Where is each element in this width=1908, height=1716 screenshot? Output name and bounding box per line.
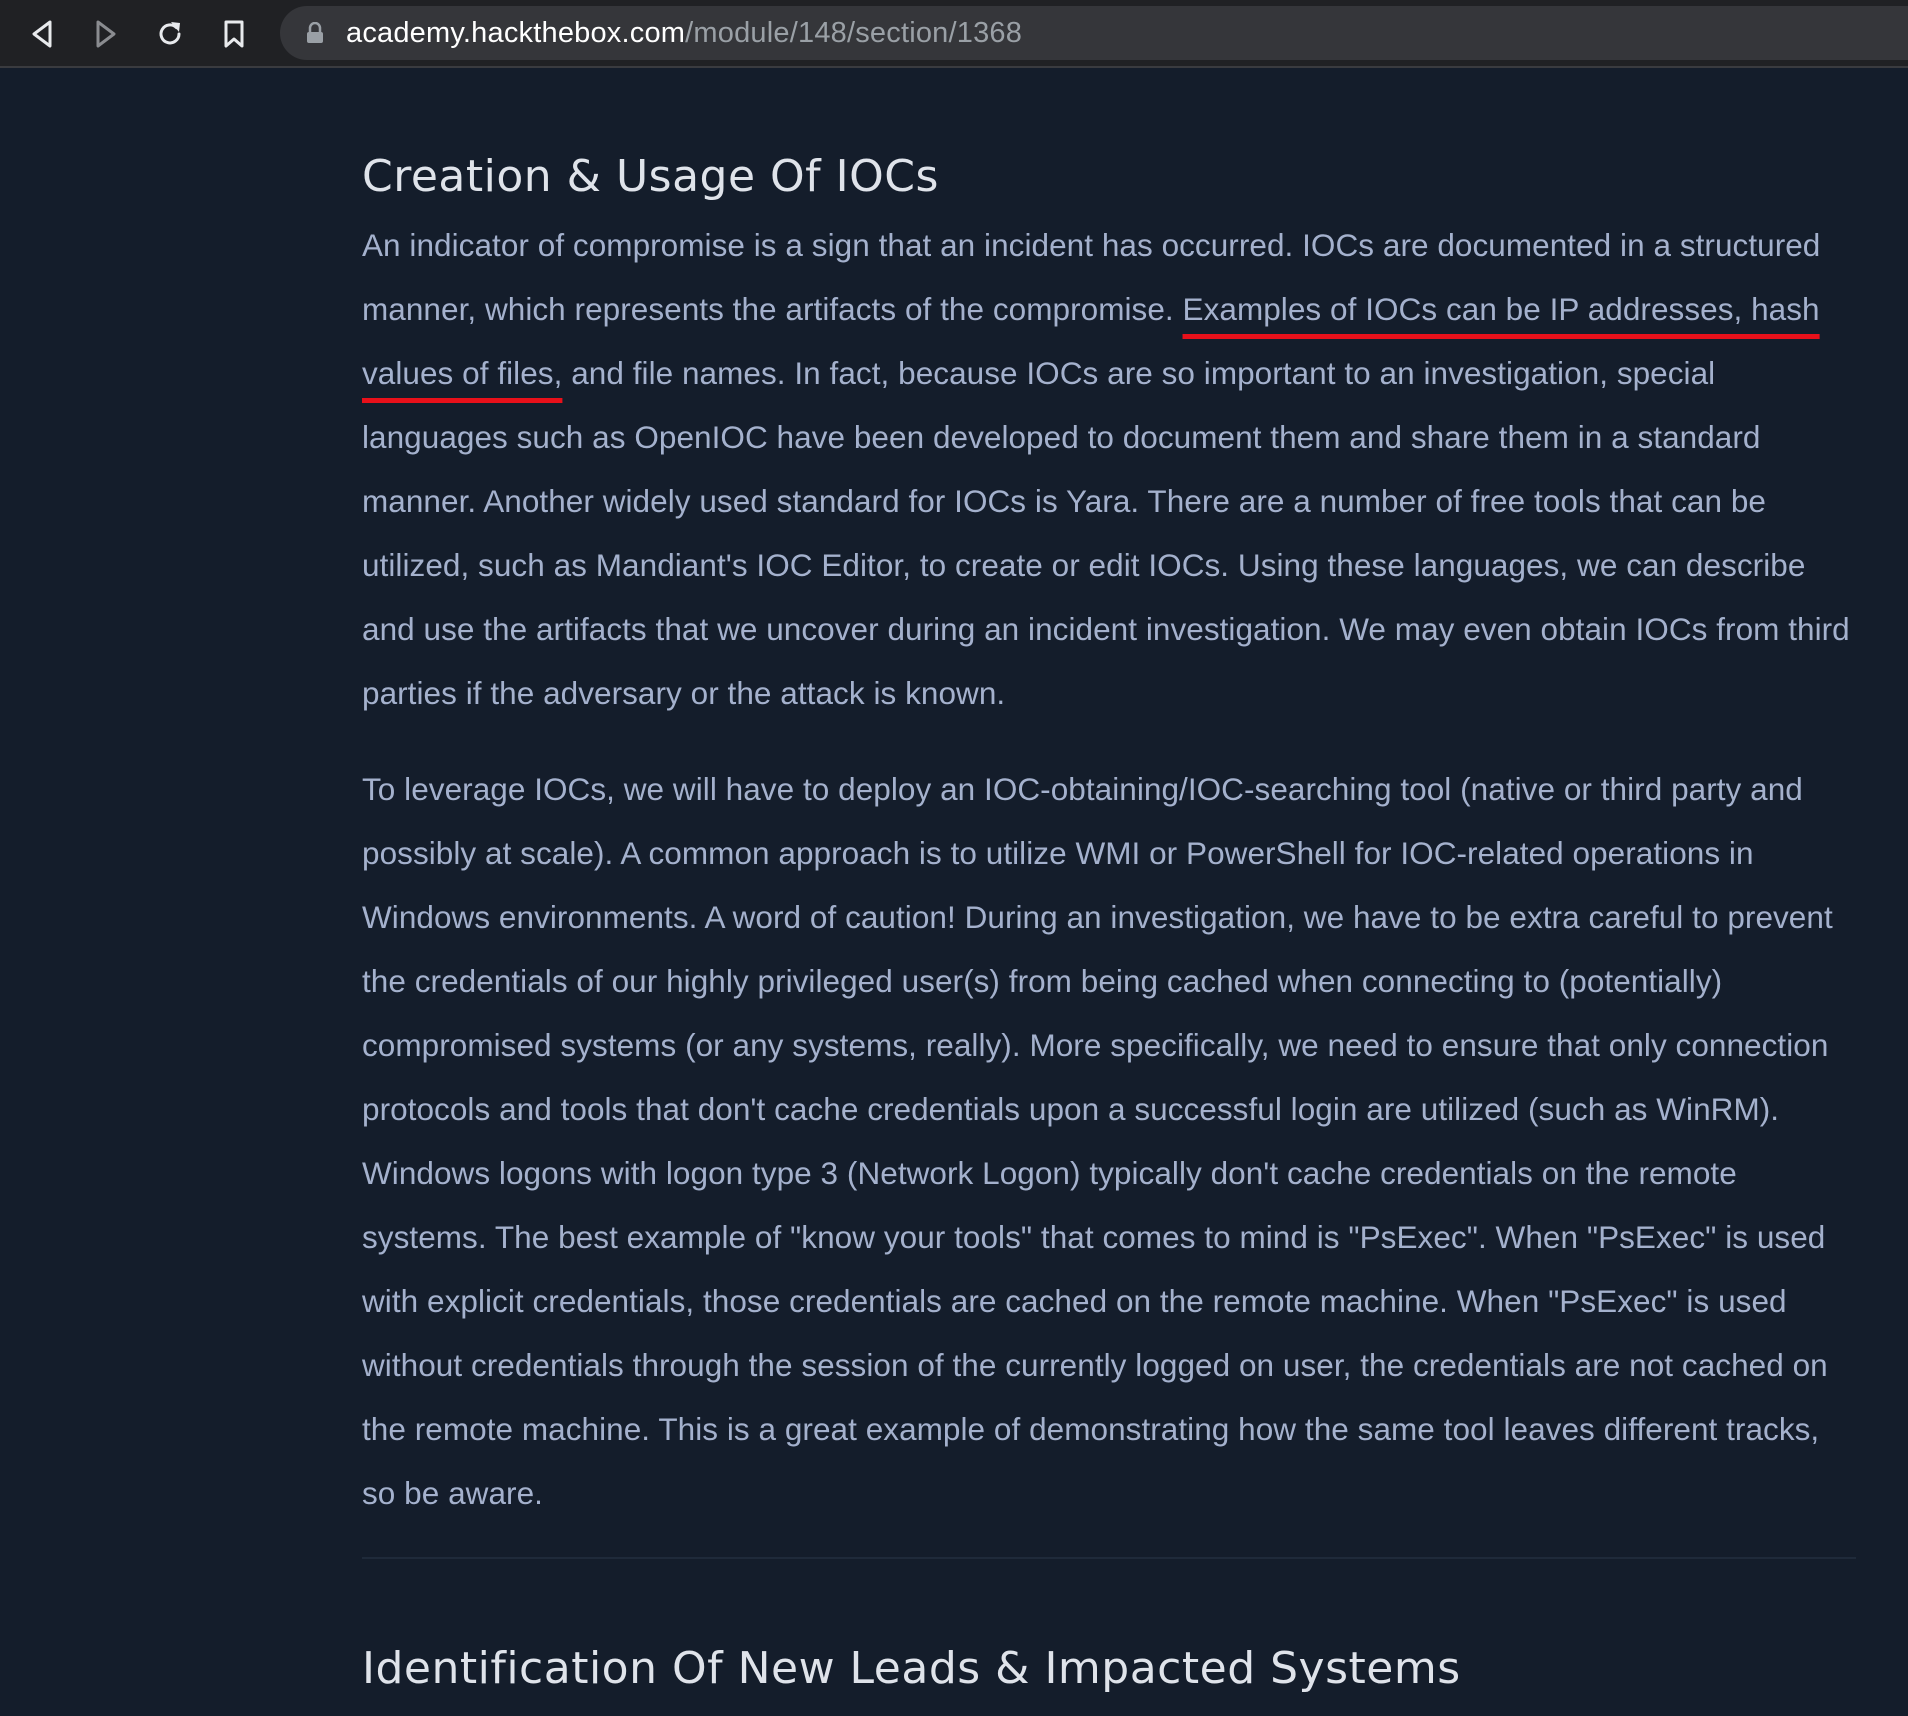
paragraph-iocs-intro: An indicator of compromise is a sign tha…: [362, 213, 1856, 725]
bookmark-icon: [222, 19, 246, 49]
reload-button[interactable]: [148, 12, 192, 56]
paragraph-text: and file names. In fact, because IOCs ar…: [362, 355, 1850, 712]
forward-arrow-icon: [93, 19, 119, 49]
url-path: /module/148/section/1368: [685, 16, 1023, 49]
paragraph-leverage-iocs: To leverage IOCs, we will have to deploy…: [362, 771, 1833, 1512]
url-host: academy.hackthebox.com: [346, 16, 686, 49]
module-content: Creation & Usage Of IOCs An indicator of…: [362, 130, 1856, 1560]
address-bar[interactable]: academy.hackthebox.com/module/148/sectio…: [280, 6, 1908, 60]
forward-button[interactable]: [84, 12, 128, 56]
back-arrow-icon: [29, 19, 55, 49]
bookmark-button[interactable]: [212, 12, 256, 56]
section-divider: [362, 1557, 1856, 1560]
back-button[interactable]: [20, 12, 64, 56]
reload-icon: [155, 19, 185, 49]
lock-icon: [306, 22, 324, 44]
browser-toolbar: academy.hackthebox.com/module/148/sectio…: [0, 0, 1908, 68]
next-section-title: Identification Of New Leads & Impacted S…: [362, 1643, 1461, 1694]
url-text[interactable]: academy.hackthebox.com/module/148/sectio…: [346, 17, 1022, 50]
section-title: Creation & Usage Of IOCs: [362, 151, 939, 202]
